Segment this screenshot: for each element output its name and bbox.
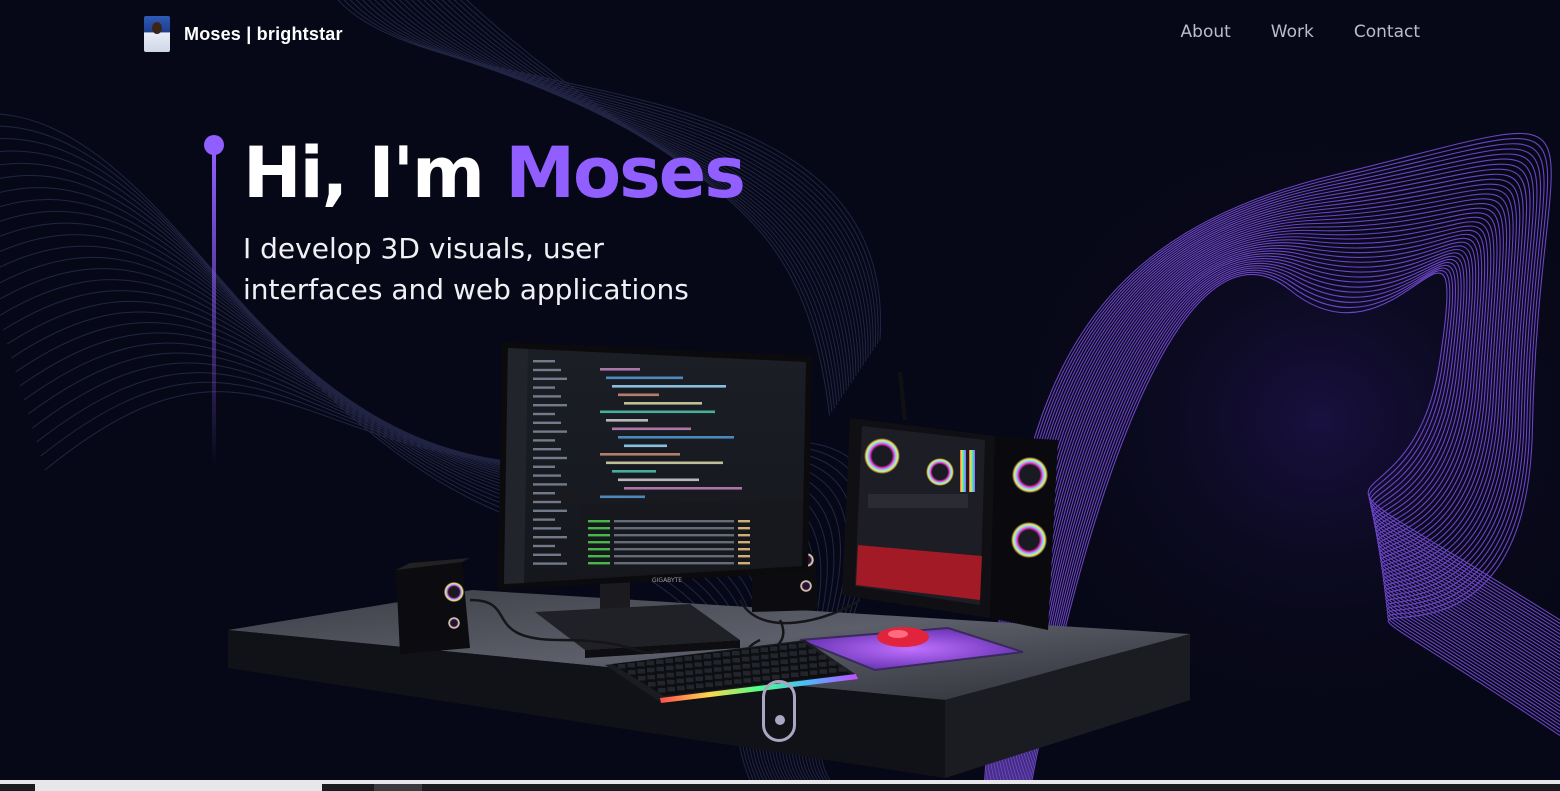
mouse [877, 627, 929, 647]
pc-case [842, 371, 1058, 630]
bottom-scrollbar[interactable] [0, 780, 1560, 791]
scroll-dot [775, 715, 785, 725]
monitor: GIGABYTE [498, 342, 812, 590]
computer-desk-3d-model[interactable]: GIGABYTE [0, 0, 1560, 791]
left-speaker [396, 558, 470, 654]
scroll-down-icon[interactable] [762, 680, 796, 742]
monitor-brand: GIGABYTE [652, 577, 682, 584]
